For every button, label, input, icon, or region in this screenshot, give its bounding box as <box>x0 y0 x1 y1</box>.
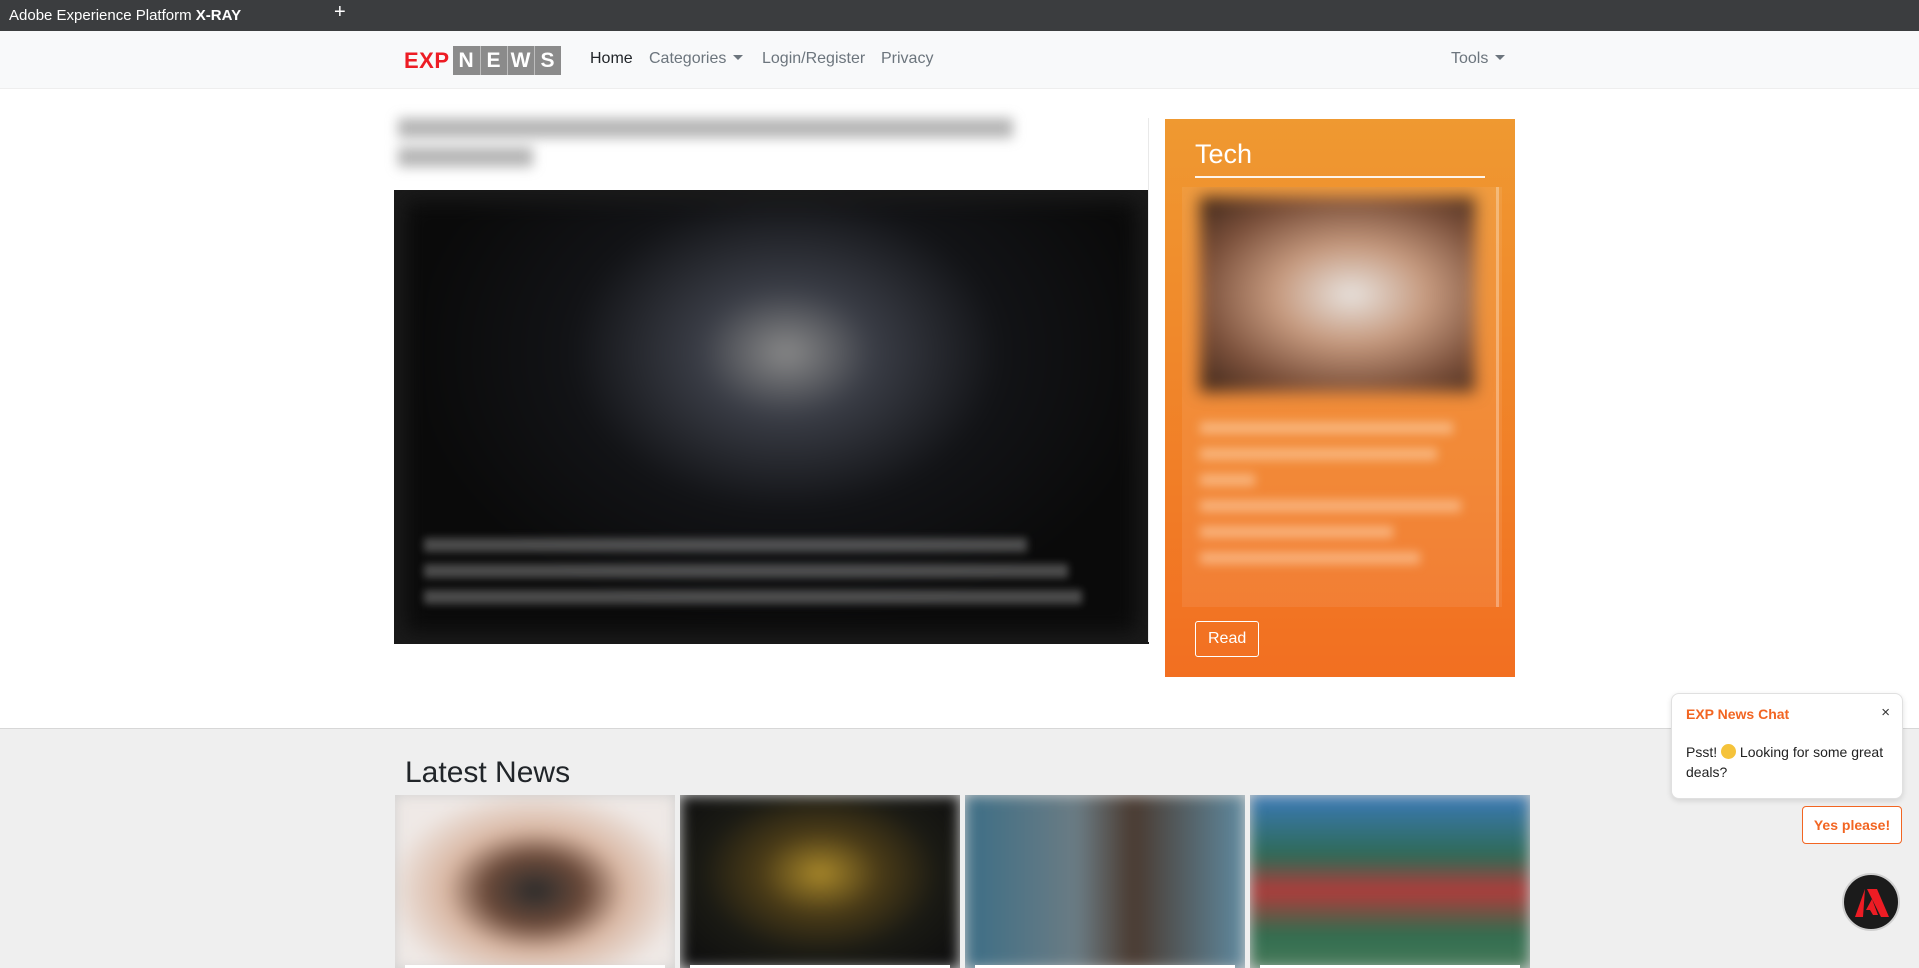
tech-article-preview[interactable] <box>1182 187 1502 607</box>
nav-login-register[interactable]: Login/Register <box>762 50 865 68</box>
chevron-down-icon <box>1495 55 1506 60</box>
xray-title: Adobe Experience Platform X-RAY <box>9 7 241 24</box>
tech-card-rule <box>1195 176 1485 178</box>
tech-article-text-blurred <box>1200 422 1475 578</box>
news-card[interactable] <box>965 795 1245 968</box>
xray-toolbar: Adobe Experience Platform X-RAY + <box>0 0 1919 31</box>
logo-letter: W <box>506 46 534 75</box>
tech-article-image <box>1200 197 1475 392</box>
chat-message: Psst! Looking for some great deals? <box>1686 742 1886 782</box>
latest-news-section: Latest News <box>0 728 1919 968</box>
nav-tools-label: Tools <box>1451 50 1489 67</box>
logo-letter: N <box>458 49 474 72</box>
hero-image[interactable] <box>394 190 1149 644</box>
news-card-image <box>965 795 1245 968</box>
nav-privacy[interactable]: Privacy <box>881 50 933 68</box>
yes-please-button[interactable]: Yes please! <box>1802 806 1902 844</box>
logo-letter: S <box>533 46 561 75</box>
xray-title-prefix: Adobe Experience Platform <box>9 7 196 24</box>
nav-tools[interactable]: Tools <box>1451 50 1506 68</box>
hero-caption-blurred <box>424 526 1109 604</box>
adobe-chat-launcher[interactable] <box>1842 873 1900 931</box>
tech-card-title: Tech <box>1195 139 1253 169</box>
nav-home[interactable]: Home <box>590 50 633 68</box>
news-card-image <box>1250 795 1530 968</box>
logo-news-blocks: N E W S <box>452 46 561 75</box>
read-button[interactable]: Read <box>1195 621 1260 657</box>
nav-categories[interactable]: Categories <box>649 50 744 68</box>
shushing-face-icon <box>1721 744 1737 759</box>
latest-news-title: Latest News <box>405 756 571 789</box>
news-card[interactable] <box>1250 795 1530 968</box>
nav-categories-label: Categories <box>649 50 727 67</box>
logo-letter: E <box>479 46 507 75</box>
hero-headline-blurred[interactable] <box>398 118 1013 188</box>
close-icon[interactable]: × <box>1881 704 1890 721</box>
chevron-down-icon <box>733 55 744 60</box>
tech-scrollbar[interactable] <box>1496 187 1499 607</box>
xray-title-bold: X-RAY <box>195 7 242 24</box>
add-tab-button[interactable]: + <box>334 1 346 24</box>
adobe-logo-icon <box>1855 889 1889 917</box>
exp-news-logo[interactable]: EXP N E W S <box>404 46 561 75</box>
main-navbar: EXP N E W S Home Categories Login/Regist… <box>0 31 1919 89</box>
chat-popup: EXP News Chat × Psst! Looking for some g… <box>1671 693 1903 799</box>
tech-category-card: Tech Read <box>1165 119 1515 677</box>
chat-header: EXP News Chat <box>1686 706 1790 722</box>
news-card[interactable] <box>395 795 675 968</box>
logo-exp-text: EXP <box>404 48 450 73</box>
news-card-image <box>395 795 675 968</box>
vertical-divider <box>1148 118 1149 642</box>
news-card-image <box>680 795 960 968</box>
chat-message-start: Psst! <box>1686 744 1722 760</box>
news-card[interactable] <box>680 795 960 968</box>
